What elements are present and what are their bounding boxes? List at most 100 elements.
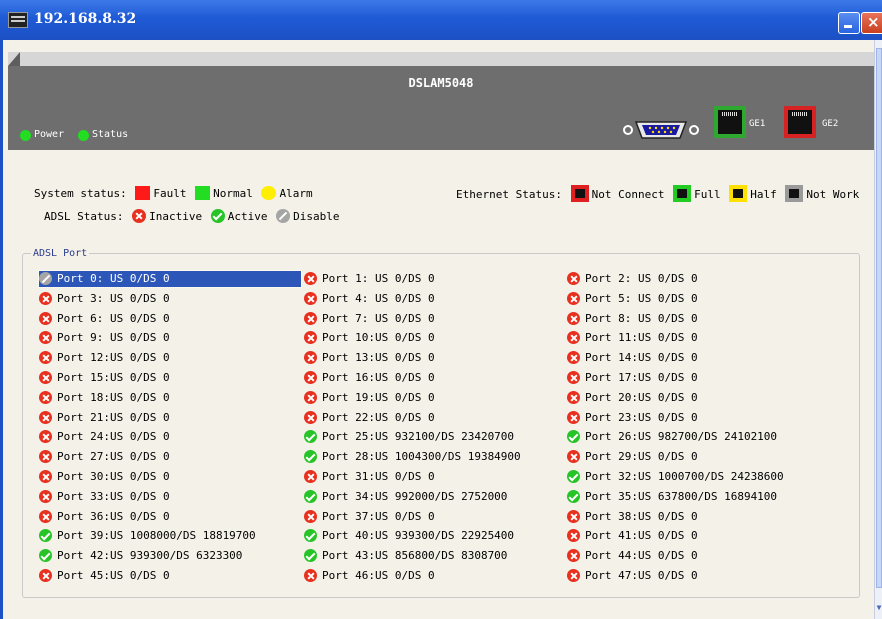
minimize-button[interactable] xyxy=(838,12,860,34)
adsl-port-item[interactable]: Port 7: US 0/DS 0 xyxy=(304,311,435,327)
ge2-port-icon[interactable] xyxy=(784,106,816,138)
adsl-port-item[interactable]: Port 5: US 0/DS 0 xyxy=(567,291,698,307)
adsl-port-item[interactable]: Port 25:US 932100/DS 23420700 xyxy=(304,429,514,445)
adsl-port-item[interactable]: Port 34:US 992000/DS 2752000 xyxy=(304,489,507,505)
half-port-icon xyxy=(729,185,748,202)
adsl-port-item[interactable]: Port 1: US 0/DS 0 xyxy=(304,271,435,287)
full-port-icon xyxy=(673,185,692,202)
ge1-port-icon[interactable] xyxy=(714,106,746,138)
adsl-port-item[interactable]: Port 40:US 939300/DS 22925400 xyxy=(304,528,514,544)
adsl-port-item[interactable]: Port 42:US 939300/DS 6323300 xyxy=(39,548,242,564)
adsl-port-label: Port 19:US 0/DS 0 xyxy=(322,390,435,404)
inactive-status-icon xyxy=(132,209,147,223)
inactive-status-icon xyxy=(304,311,317,325)
adsl-port-label: Port 4: US 0/DS 0 xyxy=(322,291,435,305)
adsl-port-label: Port 18:US 0/DS 0 xyxy=(57,390,170,404)
adsl-port-item[interactable]: Port 47:US 0/DS 0 xyxy=(567,568,698,584)
adsl-port-label: Port 35:US 637800/DS 16894100 xyxy=(585,489,778,503)
scroll-down-arrow-icon[interactable]: ▼ xyxy=(875,603,882,615)
adsl-port-item[interactable]: Port 39:US 1008000/DS 18819700 xyxy=(39,528,256,544)
adsl-port-item[interactable]: Port 36:US 0/DS 0 xyxy=(39,509,170,525)
adsl-port-item[interactable]: Port 13:US 0/DS 0 xyxy=(304,350,435,366)
close-button[interactable]: × xyxy=(861,12,882,34)
adsl-port-label: Port 0: US 0/DS 0 xyxy=(57,272,170,285)
not-work-port-icon xyxy=(785,185,804,202)
adsl-port-item[interactable]: Port 19:US 0/DS 0 xyxy=(304,390,435,406)
adsl-port-item[interactable]: Port 35:US 637800/DS 16894100 xyxy=(567,489,777,505)
adsl-port-item[interactable]: Port 17:US 0/DS 0 xyxy=(567,370,698,386)
adsl-port-label: Port 33:US 0/DS 0 xyxy=(57,489,170,503)
ge2-port-label: GE2 xyxy=(822,119,839,129)
adsl-port-label: Port 38:US 0/DS 0 xyxy=(585,509,698,523)
adsl-port-item[interactable]: Port 28:US 1004300/DS 19384900 xyxy=(304,449,521,465)
adsl-port-label: Port 27:US 0/DS 0 xyxy=(57,450,170,464)
scrollbar-thumb[interactable] xyxy=(876,48,882,588)
disable-status-icon xyxy=(276,209,291,223)
adsl-port-item[interactable]: Port 38:US 0/DS 0 xyxy=(567,509,698,525)
active-status-icon xyxy=(567,470,580,483)
adsl-port-item[interactable]: Port 29:US 0/DS 0 xyxy=(567,449,698,465)
adsl-port-item[interactable]: Port 41:US 0/DS 0 xyxy=(567,528,698,544)
inactive-status-icon xyxy=(304,390,317,404)
inactive-status-icon xyxy=(39,311,52,325)
adsl-port-item[interactable]: Port 20:US 0/DS 0 xyxy=(567,390,698,406)
alarm-swatch-icon xyxy=(261,186,277,200)
not-connect-label: Not Connect xyxy=(591,188,665,201)
active-status-icon xyxy=(39,549,52,563)
inactive-status-icon xyxy=(39,509,52,523)
active-status-icon xyxy=(304,529,317,543)
adsl-port-item[interactable]: Port 6: US 0/DS 0 xyxy=(39,311,170,327)
adsl-port-item[interactable]: Port 16:US 0/DS 0 xyxy=(304,370,435,386)
adsl-port-item[interactable]: Port 23:US 0/DS 0 xyxy=(567,410,698,426)
adsl-port-item[interactable]: Port 12:US 0/DS 0 xyxy=(39,350,170,366)
adsl-port-label: Port 26:US 982700/DS 24102100 xyxy=(585,430,778,444)
adsl-port-item[interactable]: Port 2: US 0/DS 0 xyxy=(567,271,698,287)
inactive-status-icon xyxy=(39,489,52,503)
adsl-status-legend: ADSL Status: Inactive Active Disable xyxy=(44,209,339,223)
adsl-port-item[interactable]: Port 8: US 0/DS 0 xyxy=(567,311,698,327)
adsl-port-label: Port 1: US 0/DS 0 xyxy=(322,272,435,285)
full-label: Full xyxy=(694,188,721,201)
adsl-port-item[interactable]: Port 18:US 0/DS 0 xyxy=(39,390,170,406)
active-status-icon xyxy=(210,209,225,223)
adsl-port-item[interactable]: Port 46:US 0/DS 0 xyxy=(304,568,435,584)
adsl-port-item[interactable]: Port 14:US 0/DS 0 xyxy=(567,350,698,366)
inactive-status-icon xyxy=(39,410,52,424)
adsl-port-item[interactable]: Port 10:US 0/DS 0 xyxy=(304,330,435,346)
adsl-port-label: Port 29:US 0/DS 0 xyxy=(585,450,698,464)
inactive-status-icon xyxy=(39,430,52,444)
adsl-port-item[interactable]: Port 3: US 0/DS 0 xyxy=(39,291,170,307)
adsl-port-item[interactable]: Port 26:US 982700/DS 24102100 xyxy=(567,429,777,445)
adsl-port-item[interactable]: Port 32:US 1000700/DS 24238600 xyxy=(567,469,784,485)
adsl-port-item[interactable]: Port 11:US 0/DS 0 xyxy=(567,330,698,346)
adsl-port-item[interactable]: Port 30:US 0/DS 0 xyxy=(39,469,170,485)
adsl-port-item[interactable]: Port 15:US 0/DS 0 xyxy=(39,370,170,386)
adsl-port-label: Port 15:US 0/DS 0 xyxy=(57,371,170,384)
status-led-icon xyxy=(78,130,89,141)
adsl-port-item[interactable]: Port 27:US 0/DS 0 xyxy=(39,449,170,465)
adsl-port-item[interactable]: Port 22:US 0/DS 0 xyxy=(304,410,435,426)
adsl-port-item[interactable]: Port 4: US 0/DS 0 xyxy=(304,291,435,307)
adsl-port-item[interactable]: Port 45:US 0/DS 0 xyxy=(39,568,170,584)
active-status-icon xyxy=(567,430,580,444)
adsl-port-label: Port 41:US 0/DS 0 xyxy=(585,529,698,543)
adsl-port-item[interactable]: Port 33:US 0/DS 0 xyxy=(39,489,170,505)
adsl-port-item[interactable]: Port 31:US 0/DS 0 xyxy=(304,469,435,485)
adsl-port-item[interactable]: Port 9: US 0/DS 0 xyxy=(39,330,170,346)
adsl-port-group-title: ADSL Port xyxy=(33,248,88,259)
adsl-port-label: Port 42:US 939300/DS 6323300 xyxy=(57,549,243,563)
adsl-port-item[interactable]: Port 37:US 0/DS 0 xyxy=(304,509,435,525)
adsl-port-item[interactable]: Port 0: US 0/DS 0 xyxy=(38,270,302,288)
adsl-port-item[interactable]: Port 43:US 856800/DS 8308700 xyxy=(304,548,507,564)
inactive-status-icon xyxy=(39,351,52,365)
adsl-port-item[interactable]: Port 44:US 0/DS 0 xyxy=(567,548,698,564)
adsl-port-label: Port 37:US 0/DS 0 xyxy=(322,509,435,523)
window-titlebar[interactable]: 192.168.8.32 × xyxy=(0,0,882,40)
vertical-scrollbar[interactable]: ▼ xyxy=(874,40,882,619)
adsl-port-item[interactable]: Port 24:US 0/DS 0 xyxy=(39,429,170,445)
adsl-port-label: Port 2: US 0/DS 0 xyxy=(585,272,698,285)
system-status-legend: System status: Fault Normal Alarm xyxy=(34,186,313,200)
adsl-port-item[interactable]: Port 21:US 0/DS 0 xyxy=(39,410,170,426)
device-model-name: DSLAM5048 xyxy=(408,76,474,90)
inactive-status-icon xyxy=(39,390,52,404)
